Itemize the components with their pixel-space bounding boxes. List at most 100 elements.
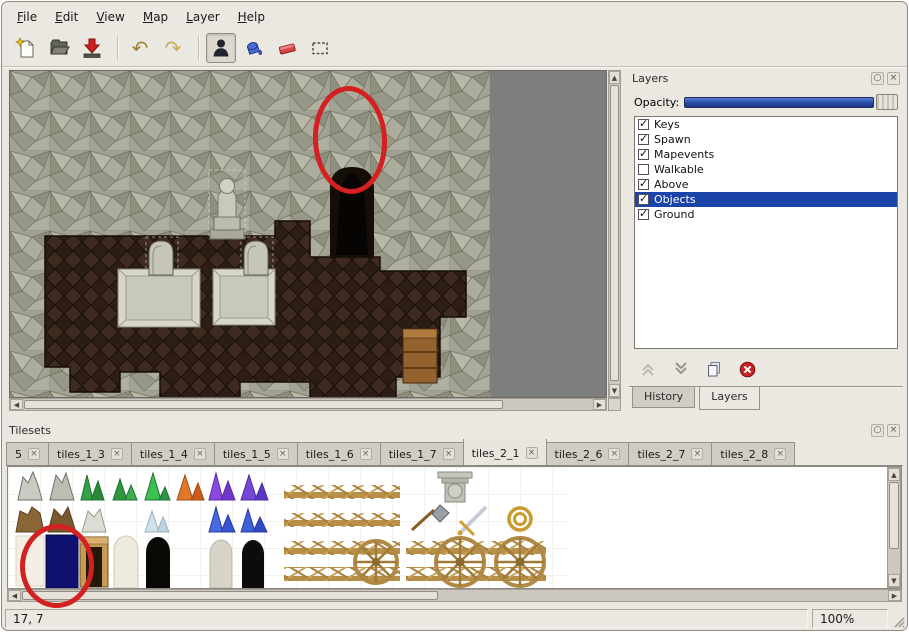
scroll-trough[interactable] [609,84,620,384]
scroll-down-button[interactable]: ▼ [888,574,900,587]
redo-icon: ↷ [165,38,182,58]
tileset-tab[interactable]: tiles_1_4× [131,442,215,465]
scroll-trough[interactable] [888,481,900,574]
scroll-up-button[interactable]: ▲ [609,71,620,84]
scroll-down-button[interactable]: ▼ [609,384,620,397]
tileset-tab-active[interactable]: tiles_2_1× [463,439,547,465]
layer-visibility-checkbox[interactable]: ✓ [638,134,649,145]
close-panel-icon[interactable]: × [887,424,900,437]
cursor-coordinates: 17, 7 [5,609,808,628]
menu-layer[interactable]: Layer [177,7,228,27]
tab-close-icon[interactable]: × [443,448,455,460]
layer-row[interactable]: ✓ Keys [635,117,897,132]
menu-edit[interactable]: Edit [46,7,87,27]
layer-row[interactable]: ✓ Ground [635,207,897,222]
map-vertical-scrollbar[interactable]: ▲ ▼ [608,70,621,398]
layer-visibility-checkbox[interactable]: ✓ [638,194,649,205]
close-panel-icon[interactable]: × [887,72,900,85]
layer-row[interactable]: ✓ Mapevents [635,147,897,162]
tileset-vertical-scrollbar[interactable]: ▲ ▼ [887,467,901,588]
tab-history[interactable]: History [632,387,695,408]
layer-visibility-checkbox[interactable]: ✓ [638,164,649,175]
eraser-tool-button[interactable] [272,33,302,63]
tileset-tab[interactable]: tiles_1_3× [48,442,132,465]
menu-map[interactable]: Map [134,7,177,27]
layer-visibility-checkbox[interactable]: ✓ [638,209,649,220]
scroll-slider[interactable] [610,85,619,381]
map-canvas[interactable] [9,70,607,398]
map-editor-window: File Edit View Map Layer Help [1,1,908,631]
tab-close-icon[interactable]: × [691,448,703,460]
tab-close-icon[interactable]: × [277,448,289,460]
scroll-trough[interactable] [21,590,888,601]
tileset-tab-bar: 5× tiles_1_3× tiles_1_4× tiles_1_5 × tile… [6,439,903,466]
tab-close-icon[interactable]: × [360,448,372,460]
duplicate-layer-button[interactable] [703,358,725,380]
layer-name: Objects [654,193,696,206]
tileset-tab[interactable]: tiles_1_7× [380,442,464,465]
tileset-tab[interactable]: tiles_1_6× [297,442,381,465]
scroll-right-button[interactable]: ▶ [888,590,901,601]
open-button[interactable] [44,33,74,63]
pointer-tool-button[interactable] [206,33,236,63]
map-horizontal-scrollbar[interactable]: ◀ ▶ [9,398,607,411]
tab-close-icon[interactable]: × [526,447,538,459]
layer-name: Spawn [654,133,691,146]
layer-visibility-checkbox[interactable]: ✓ [638,119,649,130]
tileset-art [8,467,863,588]
check-icon: ✓ [639,147,648,160]
scroll-slider[interactable] [24,400,503,409]
tab-close-icon[interactable]: × [774,448,786,460]
crypt-platforms [118,269,275,327]
fill-tool-button[interactable] [239,33,269,63]
layer-row-selected[interactable]: ✓ Objects [635,192,897,207]
tab-close-icon[interactable]: × [111,448,123,460]
tab-label: tiles_1_5 [223,448,271,461]
tilesets-panel-title: Tilesets [9,424,868,437]
check-icon: ✓ [639,207,648,220]
move-layer-down-button[interactable] [670,358,692,380]
tab-label: Layers [711,390,747,403]
tab-close-icon[interactable]: × [194,448,206,460]
redo-button[interactable]: ↷ [158,33,188,63]
tileset-tab[interactable]: tiles_2_8× [711,442,795,465]
opacity-slider-handle[interactable] [876,94,898,110]
new-file-button[interactable] [11,33,41,63]
delete-layer-button[interactable] [736,358,758,380]
tab-close-icon[interactable]: × [28,448,40,460]
tileset-tab[interactable]: tiles_2_7× [628,442,712,465]
panel-bottom-tabs: History Layers [629,386,903,411]
menu-help[interactable]: Help [229,7,274,27]
layer-visibility-checkbox[interactable]: ✓ [638,179,649,190]
tab-layers[interactable]: Layers [699,387,759,410]
menu-view[interactable]: View [87,7,133,27]
layer-row[interactable]: ✓ Above [635,177,897,192]
tileset-tab[interactable]: 5× [6,442,49,465]
tab-close-icon[interactable]: × [608,448,620,460]
undo-button[interactable]: ↶ [125,33,155,63]
float-panel-icon[interactable]: ○ [871,424,884,437]
scroll-left-button[interactable]: ◀ [10,399,23,410]
scroll-trough[interactable] [23,399,593,410]
menu-file[interactable]: File [8,7,46,27]
resize-grip[interactable] [892,615,905,628]
opacity-slider-track[interactable] [684,97,874,108]
scroll-up-button[interactable]: ▲ [888,468,900,481]
layer-row[interactable]: ✓ Walkable [635,162,897,177]
move-layer-up-button[interactable] [637,358,659,380]
float-panel-icon[interactable]: ○ [871,72,884,85]
scroll-left-button[interactable]: ◀ [8,590,21,601]
layer-row[interactable]: ✓ Spawn [635,132,897,147]
tileset-horizontal-scrollbar[interactable]: ◀ ▶ [7,589,902,602]
tileset-tab[interactable]: tiles_2_6× [546,442,630,465]
scroll-slider[interactable] [889,482,899,549]
scroll-right-button[interactable]: ▶ [593,399,606,410]
tileset-canvas[interactable]: ▲ ▼ [7,466,902,589]
check-icon: ✓ [639,117,648,130]
select-tool-button[interactable] [305,33,335,63]
zoom-level: 100% [812,609,888,628]
tileset-tab[interactable]: tiles_1_5 × [214,442,298,465]
save-button[interactable] [77,33,107,63]
chevron-down-icon [673,361,689,377]
layer-visibility-checkbox[interactable]: ✓ [638,149,649,160]
